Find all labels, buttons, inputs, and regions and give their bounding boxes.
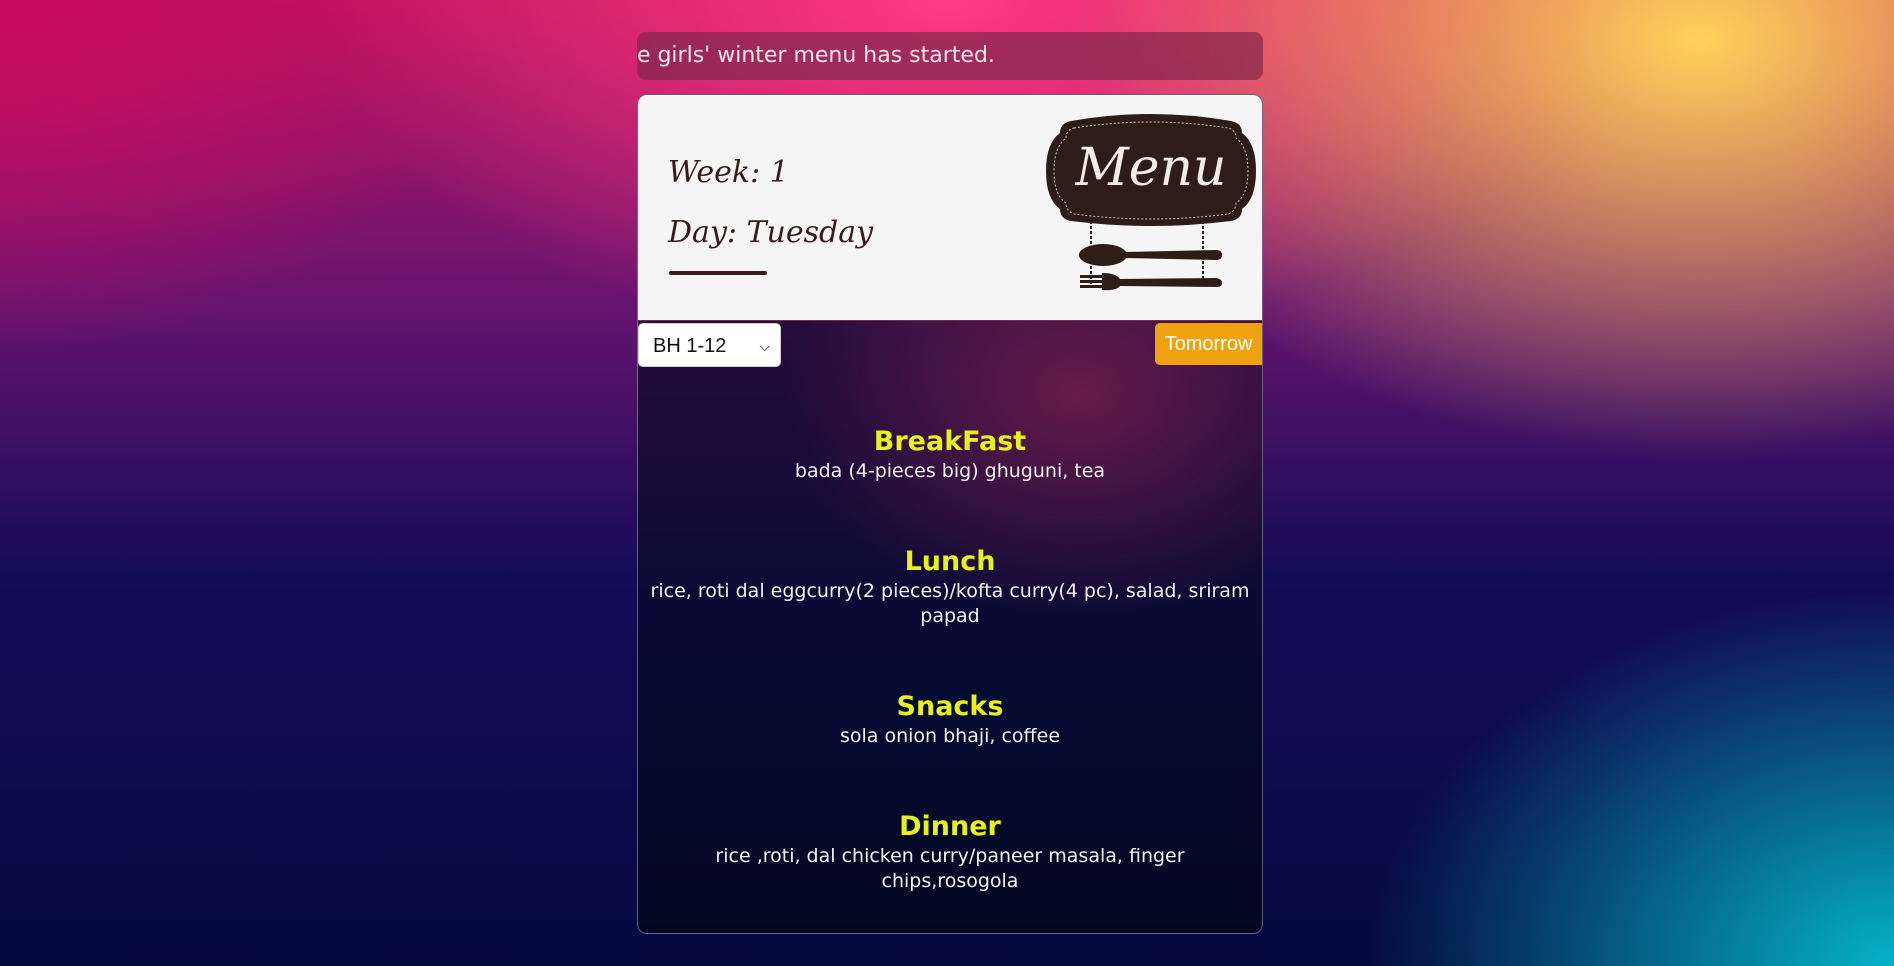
menu-controls: BH 1-12 ⌵ Tomorrow bbox=[638, 321, 1262, 367]
meal-title: BreakFast bbox=[873, 426, 1027, 457]
meal-items: bada (4-pieces big) ghuguni, tea bbox=[794, 460, 1106, 482]
meal-items: rice ,roti, dal chicken curry/paneer mas… bbox=[715, 845, 1185, 892]
menu-sign-label: Menu bbox=[1075, 138, 1227, 198]
hall-select-value: BH 1-12 bbox=[653, 335, 727, 357]
meal-items: sola onion bhaji, coffee bbox=[839, 725, 1061, 747]
menu-card: Week: 1 Day: Tuesday Menu BH 1-12 ⌵ Tomo… bbox=[637, 94, 1263, 934]
day-label: Day: Tuesday bbox=[668, 215, 874, 250]
meal-dinner: Dinner rice ,roti, dal chicken curry/pan… bbox=[638, 811, 1262, 894]
meal-items: rice, roti dal eggcurry(2 pieces)/kofta … bbox=[650, 580, 1250, 627]
announcement-text: he girls' winter menu has started. bbox=[637, 43, 995, 68]
hall-select[interactable]: BH 1-12 ⌵ bbox=[638, 323, 781, 367]
meal-breakfast: BreakFast bada (4-pieces big) ghuguni, t… bbox=[638, 426, 1262, 484]
tomorrow-button[interactable]: Tomorrow bbox=[1155, 323, 1262, 365]
day-underline bbox=[669, 271, 767, 275]
announcement-ticker: he girls' winter menu has started. bbox=[637, 32, 1263, 80]
meal-lunch: Lunch rice, roti dal eggcurry(2 pieces)/… bbox=[638, 546, 1262, 629]
chevron-down-icon: ⌵ bbox=[759, 338, 770, 354]
meal-title: Lunch bbox=[904, 546, 996, 577]
week-label: Week: 1 bbox=[668, 155, 789, 190]
meal-title: Dinner bbox=[899, 811, 1001, 842]
menu-sign-icon: Menu bbox=[1046, 114, 1256, 291]
meal-title: Snacks bbox=[896, 691, 1004, 722]
spoon-icon bbox=[1079, 244, 1222, 266]
fork-icon bbox=[1080, 273, 1222, 291]
menu-header: Week: 1 Day: Tuesday Menu bbox=[638, 95, 1262, 321]
meal-snacks: Snacks sola onion bhaji, coffee bbox=[638, 691, 1262, 749]
